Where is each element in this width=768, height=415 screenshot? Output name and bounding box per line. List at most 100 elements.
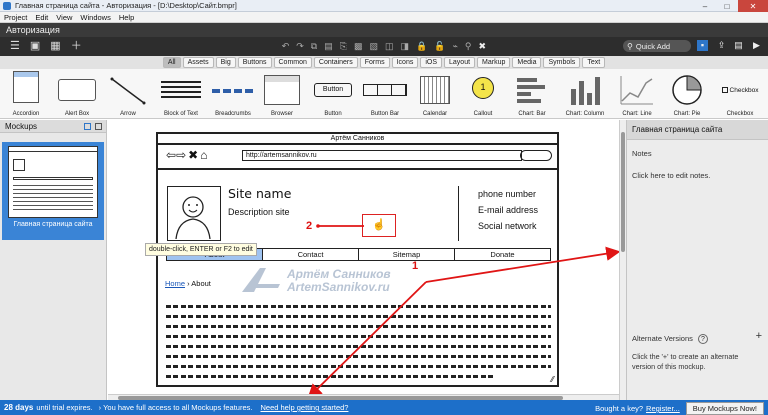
text-line — [166, 335, 551, 338]
menu-windows[interactable]: Windows — [80, 13, 110, 22]
text-line — [166, 355, 551, 358]
presentation-icon[interactable]: ▶ — [751, 40, 762, 51]
maximize-button[interactable]: □ — [716, 0, 738, 12]
library-item-calendar[interactable]: Calendar — [414, 71, 456, 119]
redo-icon[interactable]: ↷ — [296, 42, 304, 51]
properties-icon[interactable]: ▪ — [697, 40, 708, 51]
browser-mockup[interactable]: Артём Санников ⇦ ⇨ ✖ ⌂ http://artemsanni… — [156, 132, 559, 387]
minimize-button[interactable]: – — [694, 0, 716, 12]
filter-assets[interactable]: Assets — [182, 57, 214, 68]
library-item-label: Chart: Line — [622, 111, 652, 117]
avatar-placeholder[interactable] — [167, 186, 221, 241]
unlock-icon[interactable]: 🔓 — [434, 42, 445, 51]
tab-sitemap[interactable]: Sitemap — [359, 249, 455, 260]
notes-edit-area[interactable]: Click here to edit notes. — [627, 158, 768, 180]
site-description[interactable]: Description site — [228, 207, 290, 217]
library-item-breadcrumbs[interactable]: Breadcrumbs — [208, 71, 258, 119]
link-icon[interactable]: ⚲ — [465, 42, 472, 51]
library-item-label: Arrow — [120, 111, 136, 117]
vertical-scrollbar[interactable] — [619, 120, 626, 400]
filter-forms[interactable]: Forms — [359, 57, 390, 68]
block-of-text[interactable] — [166, 298, 551, 385]
filter-ios[interactable]: iOS — [420, 57, 443, 68]
contact-phone: phone number — [478, 189, 537, 199]
filter-media[interactable]: Media — [512, 57, 542, 68]
tab-contact[interactable]: Contact — [263, 249, 359, 260]
vertical-scrollbar-thumb[interactable] — [621, 132, 625, 252]
resize-handle-icon[interactable]: ⁄⁄ — [551, 375, 554, 384]
filter-big[interactable]: Big — [215, 57, 236, 68]
mockup-thumbnail[interactable]: Главная страница сайта — [2, 142, 104, 240]
help-link[interactable]: Need help getting started? — [260, 403, 348, 412]
filter-layout[interactable]: Layout — [444, 57, 476, 68]
breadcrumb[interactable]: Home › About — [165, 279, 211, 288]
library-item-checkbox[interactable]: Checkbox Checkbox — [716, 71, 764, 119]
bring-front-icon[interactable]: ◫ — [385, 42, 394, 51]
grid-view-icon[interactable]: ▦ — [50, 41, 60, 52]
bar-chart-icon — [517, 78, 545, 103]
browser-icon — [264, 75, 300, 105]
help-icon[interactable]: ? — [697, 334, 708, 344]
panel-toggle-icon[interactable]: ▣ — [30, 41, 40, 52]
menu-help[interactable]: Help — [119, 13, 134, 22]
send-back-icon[interactable]: ◨ — [400, 42, 409, 51]
library-item-callout[interactable]: 1 Callout — [462, 71, 504, 119]
library-item-accordion[interactable]: Accordion — [4, 71, 48, 119]
contact-info[interactable]: phone number E-mail address Social netwo… — [478, 186, 538, 234]
filter-text[interactable]: Text — [582, 57, 606, 68]
library-item-block-of-text[interactable]: Block of Text — [156, 71, 206, 119]
checkbox-sample: Checkbox — [716, 87, 764, 94]
buy-now-button[interactable]: Buy Mockups Now! — [685, 402, 764, 415]
library-item-chart-pie[interactable]: Chart: Pie — [666, 71, 708, 119]
library-item-button[interactable]: Button Button — [310, 71, 356, 119]
menu-project[interactable]: Project — [4, 13, 27, 22]
undo-icon[interactable]: ↶ — [282, 42, 290, 51]
library-item-browser[interactable]: Browser — [260, 71, 304, 119]
filter-markup[interactable]: Markup — [477, 57, 511, 68]
filter-symbols[interactable]: Symbols — [543, 57, 581, 68]
list-view-icon[interactable] — [95, 123, 102, 130]
markup-icon[interactable]: ⌁ — [452, 42, 457, 51]
add-icon[interactable]: ＋ — [71, 41, 82, 52]
export-icon[interactable]: ⇪ — [716, 40, 727, 51]
add-alternate-button[interactable]: + — [756, 330, 762, 342]
menu-view[interactable]: View — [56, 13, 72, 22]
library-item-chart-column[interactable]: Chart: Column — [560, 71, 610, 119]
properties-panel-title: Главная страница сайта — [627, 120, 768, 140]
lock-icon[interactable]: 🔒 — [416, 42, 427, 51]
group-icon[interactable]: ▩ — [354, 42, 363, 51]
app-icon — [3, 1, 11, 10]
quick-add-input[interactable]: ⚲ Quick Add — [623, 40, 691, 52]
breadcrumb-home[interactable]: Home — [165, 279, 185, 288]
filter-all[interactable]: All — [162, 57, 181, 68]
tab-donate[interactable]: Donate — [455, 249, 550, 260]
filter-common[interactable]: Common — [273, 57, 312, 68]
filter-icons[interactable]: Icons — [391, 57, 419, 68]
library-item-chart-line[interactable]: Chart: Line — [614, 71, 660, 119]
library-item-button-bar[interactable]: Button Bar — [360, 71, 410, 119]
copy-icon[interactable]: ⧉ — [311, 42, 317, 51]
filter-buttons[interactable]: Buttons — [237, 57, 272, 68]
library-item-arrow[interactable]: Arrow — [104, 71, 152, 119]
library-item-chart-bar[interactable]: Chart: Bar — [510, 71, 554, 119]
component-library: Accordion Alert Box Arrow Block of Text … — [0, 69, 768, 119]
paste-icon[interactable]: ▤ — [324, 42, 333, 51]
thumbnail-view-icon[interactable] — [84, 123, 91, 130]
delete-icon[interactable]: ✖ — [478, 42, 486, 51]
mockup-canvas[interactable]: Артём Санников ⇦ ⇨ ✖ ⌂ http://artemsanni… — [108, 120, 619, 394]
line-chart-icon — [620, 76, 653, 105]
site-name[interactable]: Site name — [228, 186, 291, 201]
duplicate-icon[interactable]: ⎘ — [340, 42, 347, 51]
trial-days: 28 days — [4, 403, 34, 412]
hamburger-menu-icon[interactable]: ☰ — [10, 41, 20, 52]
library-item-alert-box[interactable]: Alert Box — [54, 71, 100, 119]
filter-containers[interactable]: Containers — [313, 57, 358, 68]
document-icon[interactable]: ▤ — [733, 40, 744, 51]
menu-edit[interactable]: Edit — [35, 13, 48, 22]
header-vertical-separator — [458, 186, 459, 241]
register-link[interactable]: Register... — [646, 404, 680, 413]
browser-search-field[interactable] — [520, 150, 552, 161]
url-field[interactable]: http://artemsannikov.ru — [242, 150, 522, 161]
close-button[interactable]: ✕ — [738, 0, 768, 12]
ungroup-icon[interactable]: ▧ — [369, 42, 378, 51]
